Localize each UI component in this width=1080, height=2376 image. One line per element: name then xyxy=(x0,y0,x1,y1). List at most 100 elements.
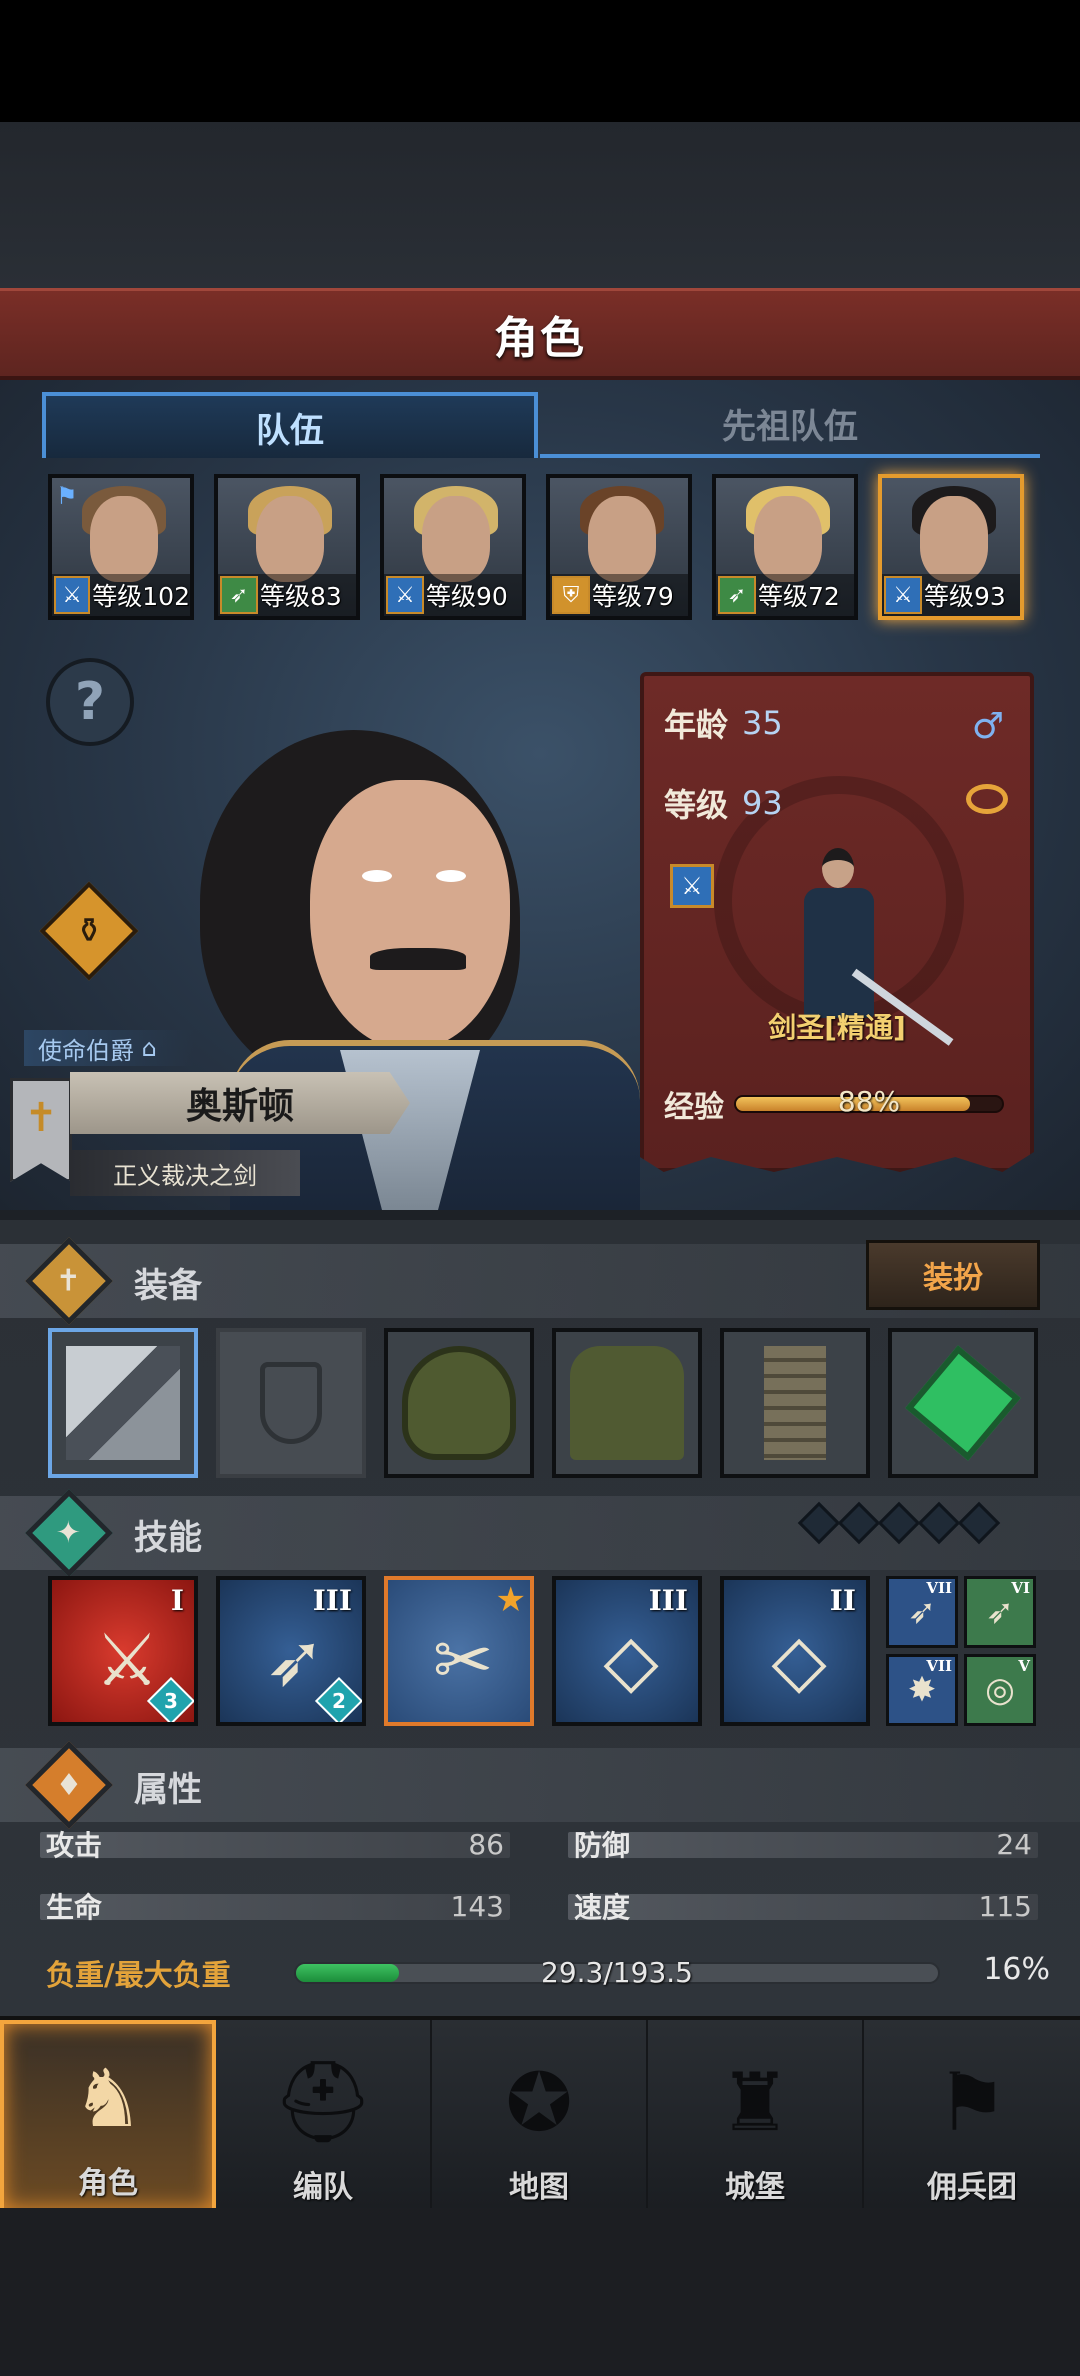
eye xyxy=(362,870,392,882)
member-level: 等级102 xyxy=(92,582,190,611)
skill-point-icon xyxy=(877,1501,921,1545)
bow-icon: ➶ xyxy=(718,576,756,614)
skill-5[interactable]: II ◇ xyxy=(720,1576,870,1726)
potion-icon: ⚱ xyxy=(74,911,104,951)
sword-icon: ⚔ xyxy=(884,576,922,614)
skill-3[interactable]: ★ ✂ xyxy=(384,1576,534,1726)
stat-bar xyxy=(40,1894,510,1920)
hero-name-plate[interactable]: 奥斯顿 xyxy=(70,1072,410,1134)
banner-icon: ⚑ xyxy=(936,2055,1008,2149)
flame-icon: ♦ xyxy=(25,1741,113,1829)
life-value: 143 xyxy=(450,1889,504,1923)
ring-icon xyxy=(966,784,1008,814)
load-bar: 29.3/193.5 xyxy=(294,1956,940,1989)
defense-label: 防御 xyxy=(574,1829,631,1862)
offhand-slot-empty[interactable] xyxy=(216,1328,366,1478)
face xyxy=(920,496,988,582)
party-member[interactable]: ⚔ 等级90 xyxy=(380,474,526,620)
xp-row: 经验 88% xyxy=(664,1082,1004,1126)
party-member[interactable]: ⚑ ⚔ 等级102 xyxy=(48,474,194,620)
weapon-slot[interactable] xyxy=(48,1328,198,1478)
accessory-slot[interactable] xyxy=(888,1328,1038,1478)
life-stat: 生命 143 xyxy=(40,1888,510,1924)
knight-icon: ♞ xyxy=(72,2051,144,2145)
tab-ancestor-team[interactable]: 先祖队伍 xyxy=(540,392,1040,458)
skill-2[interactable]: III ➶ 2 xyxy=(216,1576,366,1726)
cross-glyph: ✝ xyxy=(56,1263,82,1299)
level-strip: ⚔ 等级90 xyxy=(384,574,522,616)
figure-head xyxy=(822,848,854,888)
star-glyph: ✦ xyxy=(56,1515,82,1551)
eye xyxy=(436,870,466,882)
level-strip: ⚔ 等级102 xyxy=(52,574,190,616)
nav-mercenaries[interactable]: ⚑ 佣兵团 xyxy=(864,2020,1080,2212)
help-button[interactable]: ? xyxy=(46,658,134,746)
noble-title: 使命伯爵 ⌂ xyxy=(24,1030,194,1066)
level-strip: ⚔ 等级93 xyxy=(882,574,1020,616)
level-row: 等级 93 xyxy=(664,780,783,826)
helmet-slot[interactable] xyxy=(384,1328,534,1478)
attack-stat: 攻击 86 xyxy=(40,1826,510,1862)
star-icon: ✦ xyxy=(25,1489,113,1577)
boots-slot[interactable] xyxy=(720,1328,870,1478)
defense-stat: 防御 24 xyxy=(568,1826,1038,1862)
face xyxy=(90,496,158,582)
hero-weapon-title: 正义裁决之剑 xyxy=(70,1150,300,1196)
skill-count: 3 xyxy=(164,1688,178,1713)
attributes-header: ♦ 属性 xyxy=(0,1741,1080,1829)
passive-skill[interactable]: VI ➶ xyxy=(964,1576,1036,1648)
age-value: 35 xyxy=(742,704,783,742)
party-member[interactable]: ⛨ 等级79 xyxy=(546,474,692,620)
passive-skill[interactable]: VII ➶ xyxy=(886,1576,958,1648)
skill-point-icon xyxy=(797,1501,841,1545)
sword-class-icon: ⚔ xyxy=(670,864,714,908)
tab-team[interactable]: 队伍 xyxy=(42,392,538,458)
member-level: 等级79 xyxy=(592,582,674,611)
hero-portrait xyxy=(190,720,640,1210)
skill-point-icon xyxy=(837,1501,881,1545)
member-level: 等级72 xyxy=(758,582,840,611)
portrait-face xyxy=(310,780,510,1050)
potion-button[interactable]: ⚱ xyxy=(39,881,139,981)
load-value: 29.3/193.5 xyxy=(541,1956,693,1989)
defense-value: 24 xyxy=(996,1827,1032,1861)
stat-bar xyxy=(568,1832,1038,1858)
shield-icon: ⛨ xyxy=(552,576,590,614)
nav-castle[interactable]: ♜ 城堡 xyxy=(648,2020,864,2212)
crystal-slash-icon: ◇ xyxy=(771,1618,827,1702)
speed-stat: 速度 115 xyxy=(568,1888,1038,1924)
party-member-selected[interactable]: ⚔ 等级93 xyxy=(878,474,1024,620)
level-strip: ⛨ 等级79 xyxy=(550,574,688,616)
nav-map[interactable]: ✪ 地图 xyxy=(432,2020,648,2212)
sword-icon: ⚔ xyxy=(386,576,424,614)
dress-up-button[interactable]: 装扮 xyxy=(866,1240,1040,1310)
burst-icon: ✸ xyxy=(907,1670,937,1710)
nav-character[interactable]: ♞ 角色 xyxy=(0,2020,216,2212)
stat-bar xyxy=(568,1894,1038,1920)
skill-1[interactable]: I ⚔ 3 xyxy=(48,1576,198,1726)
emerald-icon xyxy=(905,1345,1021,1461)
shield-icon xyxy=(260,1362,322,1444)
slash-icon: ➶ xyxy=(985,1592,1015,1632)
skill-count: 2 xyxy=(332,1688,346,1713)
crystal-sword-icon: ◇ xyxy=(603,1618,659,1702)
nav-formation[interactable]: ⛑ 编队 xyxy=(216,2020,432,2212)
passive-skill[interactable]: VII ✸ xyxy=(886,1654,958,1726)
skill-4[interactable]: III ◇ xyxy=(552,1576,702,1726)
xp-bar: 88% xyxy=(734,1085,1004,1118)
armor-slot[interactable] xyxy=(552,1328,702,1478)
passive-skill[interactable]: V ◎ xyxy=(964,1654,1036,1726)
status-area xyxy=(0,0,1080,122)
house-icon: ⌂ xyxy=(141,1034,157,1062)
page-title-bar: 角色 xyxy=(0,288,1080,380)
flame-glyph: ♦ xyxy=(55,1767,83,1803)
party-member[interactable]: ➶ 等级72 xyxy=(712,474,858,620)
top-backdrop xyxy=(0,122,1080,290)
helmet-icon: ⛑ xyxy=(272,2055,374,2148)
sword-icon: ⚔ xyxy=(54,576,91,614)
member-level: 等级90 xyxy=(426,582,508,611)
party-member[interactable]: ➶ 等级83 xyxy=(214,474,360,620)
face xyxy=(754,496,822,582)
load-percent: 16% xyxy=(983,1952,1050,1987)
level-value: 93 xyxy=(742,784,783,822)
